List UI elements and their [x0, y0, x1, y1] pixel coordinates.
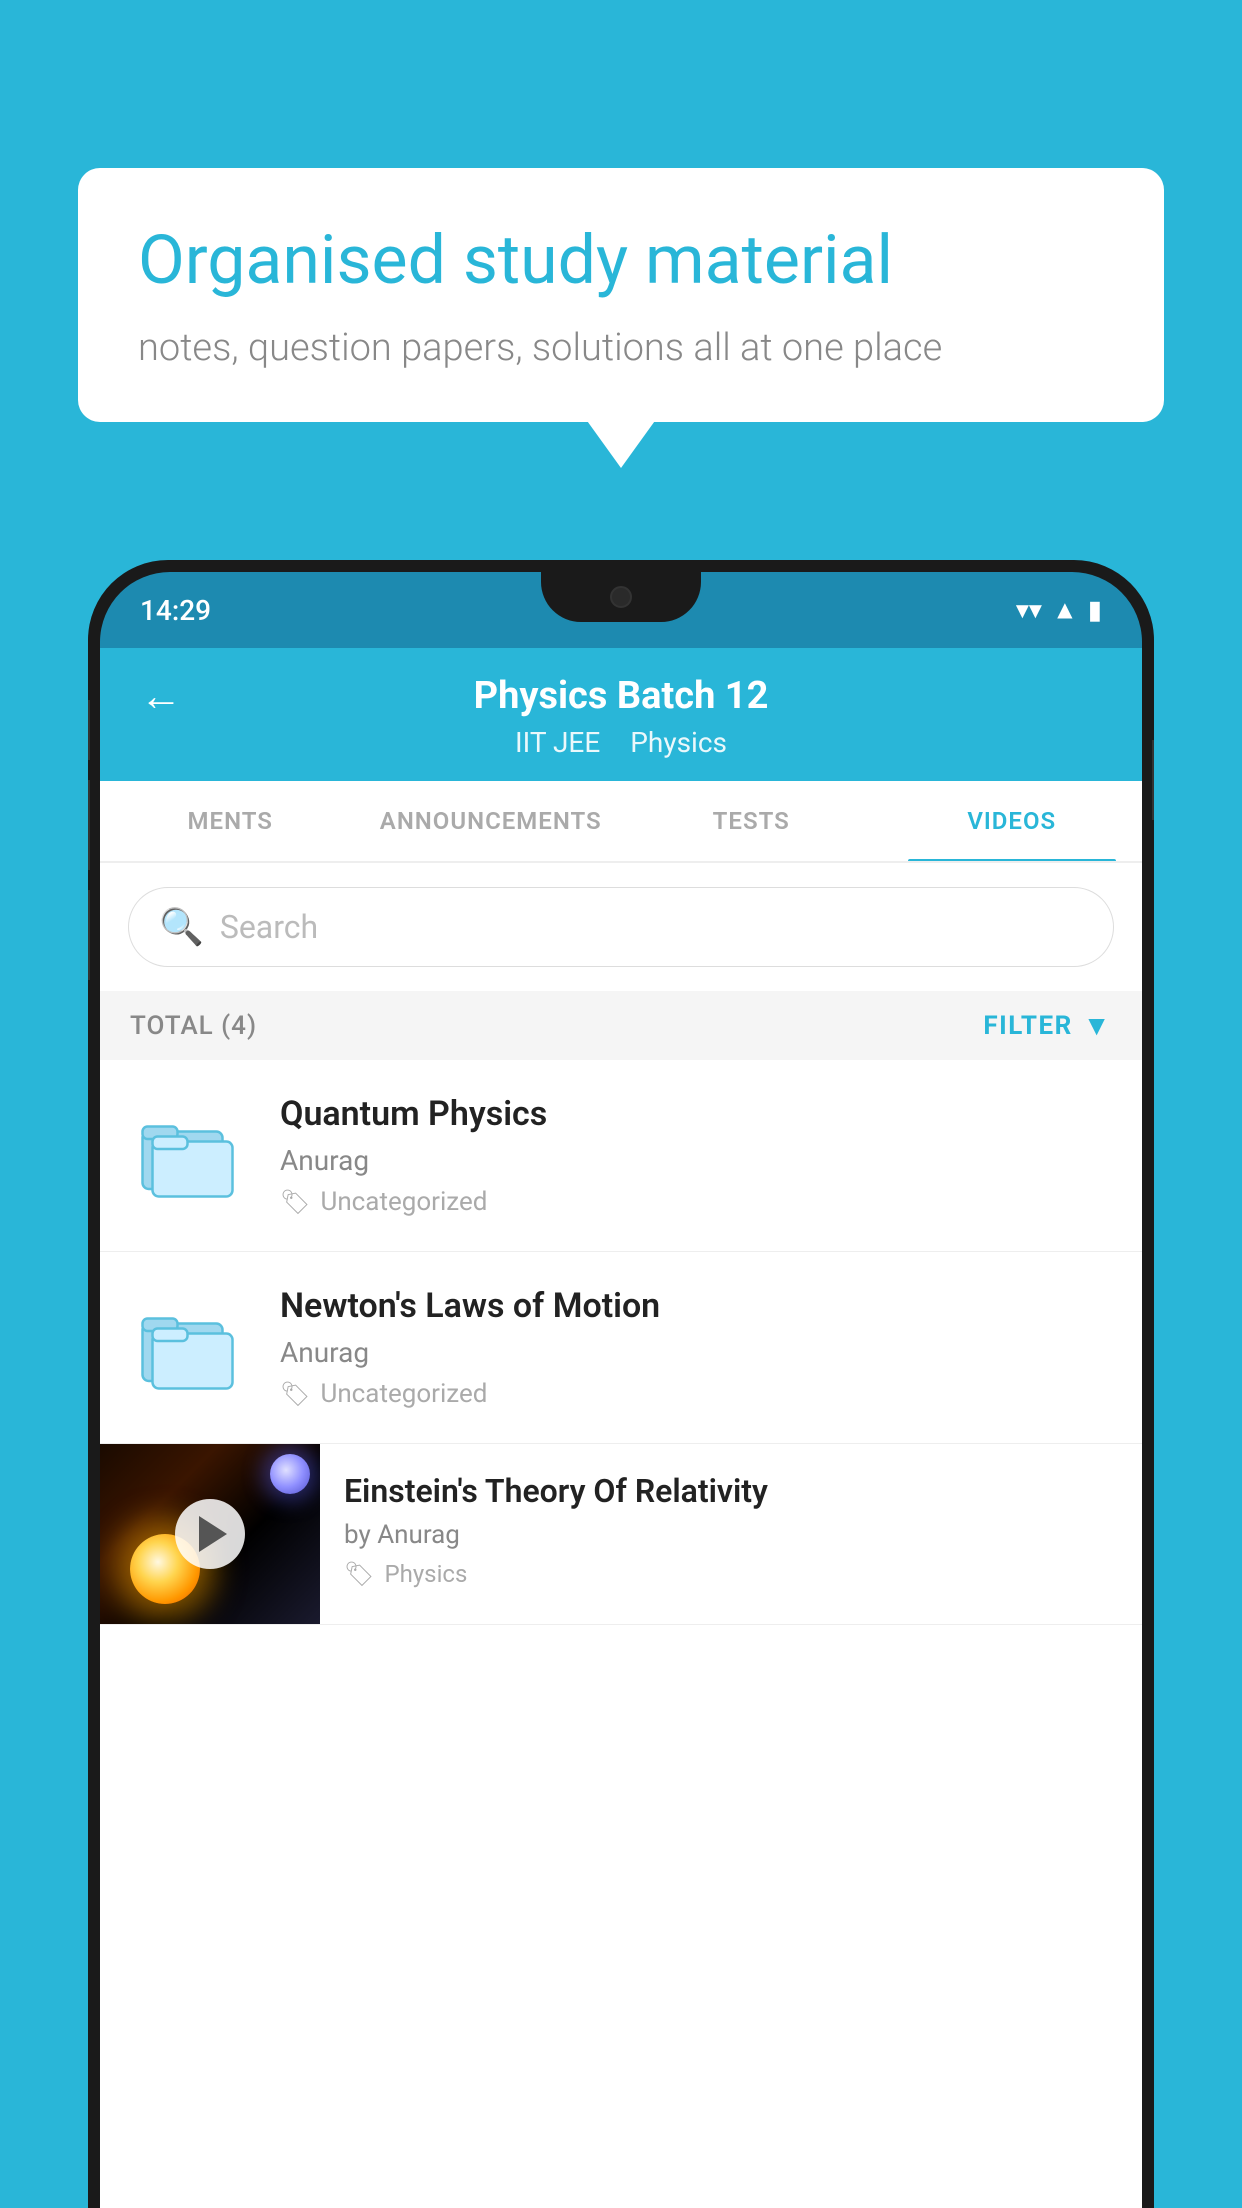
filter-button[interactable]: FILTER ▼ [983, 1009, 1112, 1042]
speech-bubble-headline: Organised study material [138, 220, 1104, 302]
filter-icon: ▼ [1083, 1009, 1112, 1042]
video-tag-row: 🏷 Uncategorized [280, 1187, 1112, 1217]
video-title: Quantum Physics [280, 1094, 1112, 1134]
signal-icon: ▲ [1052, 595, 1078, 626]
tab-ments[interactable]: MENTS [100, 781, 361, 861]
video-category: Uncategorized [320, 1187, 487, 1217]
video-title-2: Newton's Laws of Motion [280, 1286, 1112, 1326]
video-thumbnail-folder-2 [130, 1286, 250, 1406]
power-button [1152, 740, 1154, 820]
einstein-title: Einstein's Theory Of Relativity [344, 1472, 1118, 1510]
tag-icon-2: 🏷 [280, 1380, 310, 1408]
header-tag-iitjee: IIT JEE [515, 726, 600, 759]
header-subtitle: IIT JEE Physics [140, 726, 1102, 759]
tab-announcements[interactable]: ANNOUNCEMENTS [361, 781, 622, 861]
einstein-video-info: Einstein's Theory Of Relativity by Anura… [320, 1444, 1142, 1616]
speech-bubble-wrapper: Organised study material notes, question… [78, 168, 1164, 422]
video-list: Quantum Physics Anurag 🏷 Uncategorized [100, 1060, 1142, 1625]
play-icon [199, 1516, 227, 1552]
video-tag-row-2: 🏷 Uncategorized [280, 1379, 1112, 1409]
video-category-2: Uncategorized [320, 1379, 487, 1409]
video-author-2: Anurag [280, 1336, 1112, 1369]
filter-label: FILTER [983, 1011, 1072, 1041]
camera-dot [610, 586, 632, 608]
einstein-tag-row: 🏷 Physics [344, 1560, 1118, 1588]
search-bar[interactable]: 🔍 Search [128, 887, 1114, 967]
tag-icon: 🏷 [280, 1188, 310, 1216]
search-placeholder: Search [220, 908, 318, 946]
einstein-tag-icon: 🏷 [344, 1560, 374, 1588]
filter-row: TOTAL (4) FILTER ▼ [100, 991, 1142, 1060]
orb-planet-2 [270, 1454, 310, 1494]
play-button[interactable] [175, 1499, 245, 1569]
battery-icon: ▮ [1088, 595, 1102, 625]
status-icons: ▾▾ ▲ ▮ [1016, 595, 1102, 626]
speech-bubble: Organised study material notes, question… [78, 168, 1164, 422]
list-item[interactable]: Quantum Physics Anurag 🏷 Uncategorized [100, 1060, 1142, 1252]
app-header: ← Physics Batch 12 IIT JEE Physics [100, 648, 1142, 781]
video-author: Anurag [280, 1144, 1112, 1177]
total-count: TOTAL (4) [130, 1011, 257, 1041]
einstein-author: by Anurag [344, 1520, 1118, 1550]
tabs-bar: MENTS ANNOUNCEMENTS TESTS VIDEOS [100, 781, 1142, 863]
tab-videos[interactable]: VIDEOS [882, 781, 1143, 861]
phone-frame: 14:29 ▾▾ ▲ ▮ ← Physics Batch 12 IIT JEE … [88, 560, 1154, 2208]
volume-down-button [88, 890, 90, 980]
volume-up-button [88, 780, 90, 870]
notch [541, 572, 701, 622]
app-screen: ← Physics Batch 12 IIT JEE Physics MENTS… [100, 648, 1142, 2208]
list-item[interactable]: Newton's Laws of Motion Anurag 🏷 Uncateg… [100, 1252, 1142, 1444]
folder-icon-2 [140, 1296, 240, 1396]
volume-mute-button [88, 700, 90, 760]
header-top: ← Physics Batch 12 [140, 674, 1102, 718]
wifi-icon: ▾▾ [1016, 595, 1042, 625]
status-time: 14:29 [140, 594, 211, 627]
phone-inner: 14:29 ▾▾ ▲ ▮ ← Physics Batch 12 IIT JEE … [100, 572, 1142, 2208]
back-button[interactable]: ← [140, 672, 182, 721]
video-info-2: Newton's Laws of Motion Anurag 🏷 Uncateg… [280, 1286, 1112, 1409]
status-bar: 14:29 ▾▾ ▲ ▮ [100, 572, 1142, 648]
app-title: Physics Batch 12 [474, 674, 769, 718]
einstein-category: Physics [384, 1560, 467, 1588]
search-icon: 🔍 [159, 906, 204, 948]
video-thumbnail-folder [130, 1094, 250, 1214]
folder-icon [140, 1104, 240, 1204]
list-item-with-thumb[interactable]: Einstein's Theory Of Relativity by Anura… [100, 1444, 1142, 1625]
video-info: Quantum Physics Anurag 🏷 Uncategorized [280, 1094, 1112, 1217]
video-thumbnail-image [100, 1444, 320, 1624]
tab-tests[interactable]: TESTS [621, 781, 882, 861]
speech-bubble-subtext: notes, question papers, solutions all at… [138, 326, 1104, 370]
header-tag-physics: Physics [630, 726, 727, 759]
